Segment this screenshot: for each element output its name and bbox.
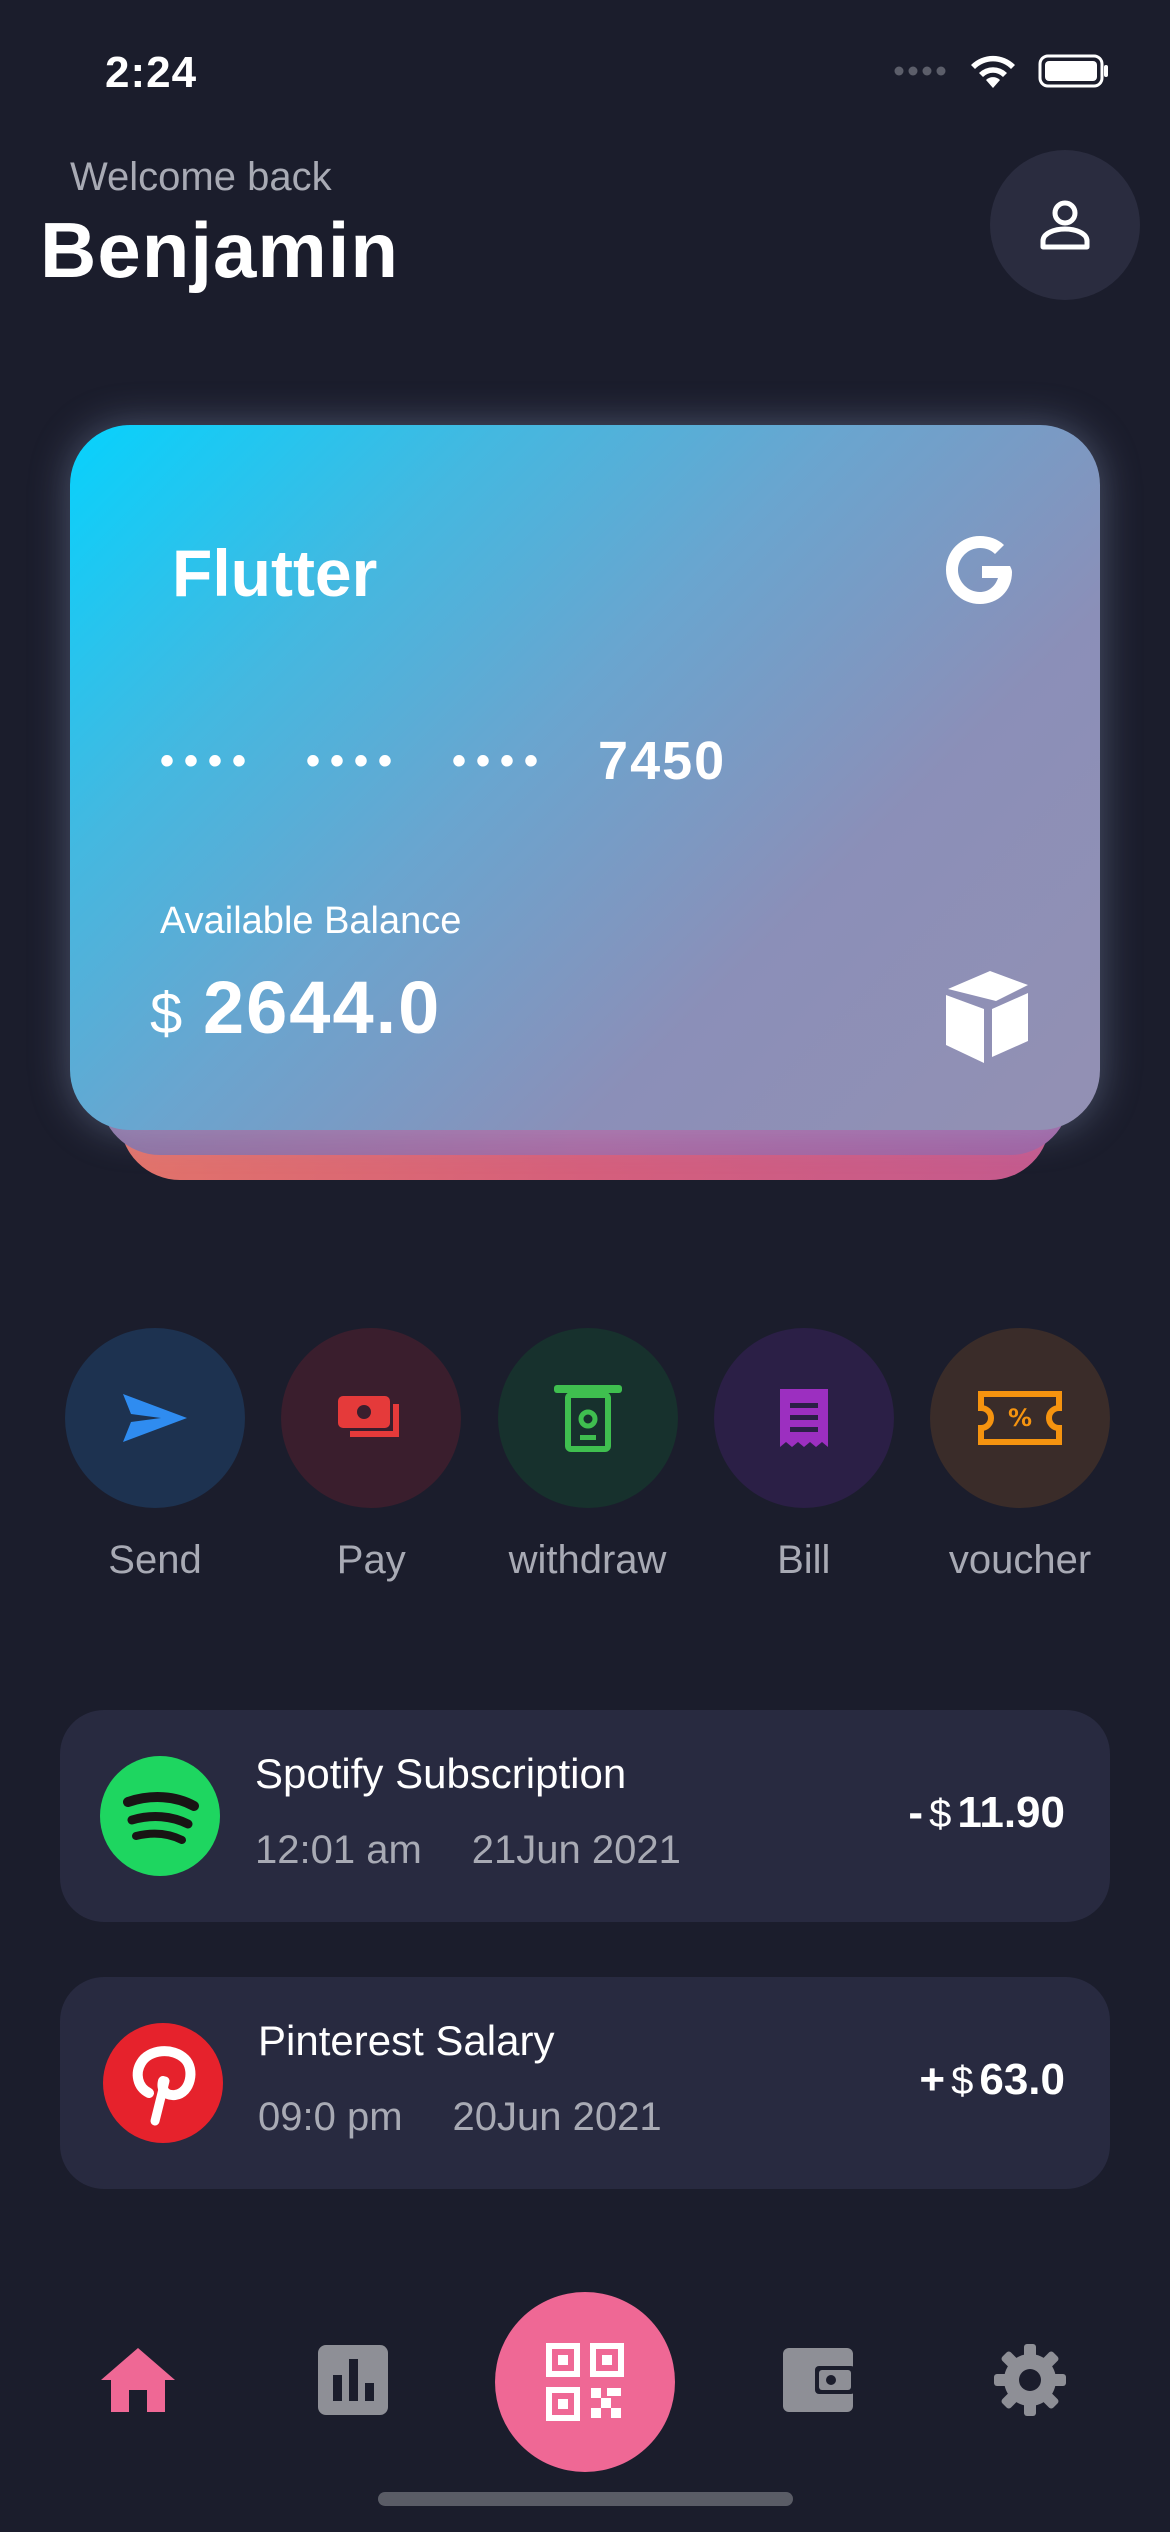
transaction-item[interactable]: Pinterest Salary 09:0 pm 20Jun 2021 + $ … [60, 1977, 1110, 2189]
action-withdraw[interactable]: withdraw [497, 1328, 678, 1583]
action-label: Bill [777, 1538, 831, 1582]
qr-scan-icon [546, 2343, 624, 2421]
transaction-meta: 09:0 pm 20Jun 2021 [258, 2095, 662, 2140]
amount-sign: + [919, 2055, 946, 2104]
transaction-item[interactable]: Spotify Subscription 12:01 am 21Jun 2021… [60, 1710, 1110, 1922]
voucher-button[interactable]: % [930, 1328, 1110, 1508]
status-icons [894, 52, 1110, 90]
transaction-time: 12:01 am [255, 1828, 422, 1872]
send-button[interactable] [65, 1328, 245, 1508]
atm-icon [553, 1385, 622, 1452]
wallet-icon [783, 2348, 855, 2412]
amount-value: 63.0 [979, 2055, 1065, 2104]
credit-card[interactable]: Flutter •••• •••• •••• 7450 Available Ba… [70, 425, 1100, 1130]
card-brand: Flutter [172, 536, 378, 610]
scan-qr-button[interactable] [495, 2292, 675, 2472]
quick-actions: Send Pay withdraw Bill % voucher [65, 1328, 1110, 1583]
send-icon [123, 1394, 187, 1442]
status-time: 2:24 [105, 48, 198, 97]
ticket-icon: % [978, 1391, 1062, 1445]
username: Benjamin [40, 206, 400, 294]
home-icon [101, 2348, 175, 2412]
card-number: •••• •••• •••• 7450 [160, 730, 726, 792]
nav-wallet[interactable] [778, 2340, 858, 2420]
action-bill[interactable]: Bill [713, 1328, 894, 1583]
spotify-logo [100, 1756, 220, 1876]
action-label: Send [108, 1538, 202, 1582]
amount-currency: $ [929, 1792, 952, 1836]
pay-button[interactable] [281, 1328, 462, 1508]
amount-sign: - [908, 1788, 924, 1837]
svg-text:%: % [1008, 1404, 1032, 1432]
transaction-time: 09:0 pm [258, 2095, 403, 2139]
nav-settings[interactable] [990, 2340, 1070, 2420]
card-last4: 7450 [598, 731, 727, 791]
amount-currency: $ [951, 2059, 974, 2103]
bill-button[interactable] [713, 1328, 894, 1508]
transaction-amount: - $ 11.90 [908, 1788, 1065, 1838]
balance-currency: $ [150, 981, 183, 1046]
chart-icon [318, 2345, 388, 2415]
action-label: Pay [336, 1538, 406, 1582]
receipt-icon [779, 1389, 828, 1447]
person-icon [1040, 200, 1090, 250]
signal-icon [894, 66, 946, 76]
nav-stats[interactable] [313, 2340, 393, 2420]
home-indicator [378, 2492, 793, 2506]
action-label: voucher [948, 1538, 1092, 1582]
spotify-icon [123, 1792, 199, 1844]
settings-icon [994, 2344, 1066, 2416]
transaction-title: Spotify Subscription [255, 1750, 627, 1797]
transaction-title: Pinterest Salary [258, 2017, 555, 2064]
profile-button[interactable] [990, 150, 1140, 300]
withdraw-button[interactable] [497, 1328, 678, 1508]
card-mask-1: •••• [160, 738, 257, 783]
google-icon [946, 536, 1012, 604]
balance-label: Available Balance [160, 900, 462, 942]
action-voucher[interactable]: % voucher [930, 1328, 1110, 1583]
amount-value: 11.90 [957, 1788, 1065, 1837]
action-pay[interactable]: Pay [281, 1328, 462, 1583]
pinterest-icon [132, 2046, 196, 2126]
card-mask-2: •••• [306, 738, 403, 783]
battery-icon [1038, 54, 1108, 88]
action-send[interactable]: Send [65, 1328, 245, 1583]
wifi-icon [971, 55, 1015, 88]
balance-amount: 2644.0 [203, 966, 442, 1049]
welcome-text: Welcome back [70, 155, 332, 199]
transaction-amount: + $ 63.0 [919, 2055, 1065, 2105]
pinterest-logo [103, 2023, 223, 2143]
nav-home[interactable] [98, 2340, 178, 2420]
cube-logo-icon [946, 971, 1028, 1063]
transaction-date: 20Jun 2021 [452, 2095, 662, 2139]
transaction-meta: 12:01 am 21Jun 2021 [255, 1828, 681, 1873]
action-label: withdraw [508, 1538, 667, 1582]
transaction-date: 21Jun 2021 [471, 1828, 681, 1872]
payment-icon [338, 1396, 400, 1437]
card-mask-3: •••• [452, 738, 549, 783]
